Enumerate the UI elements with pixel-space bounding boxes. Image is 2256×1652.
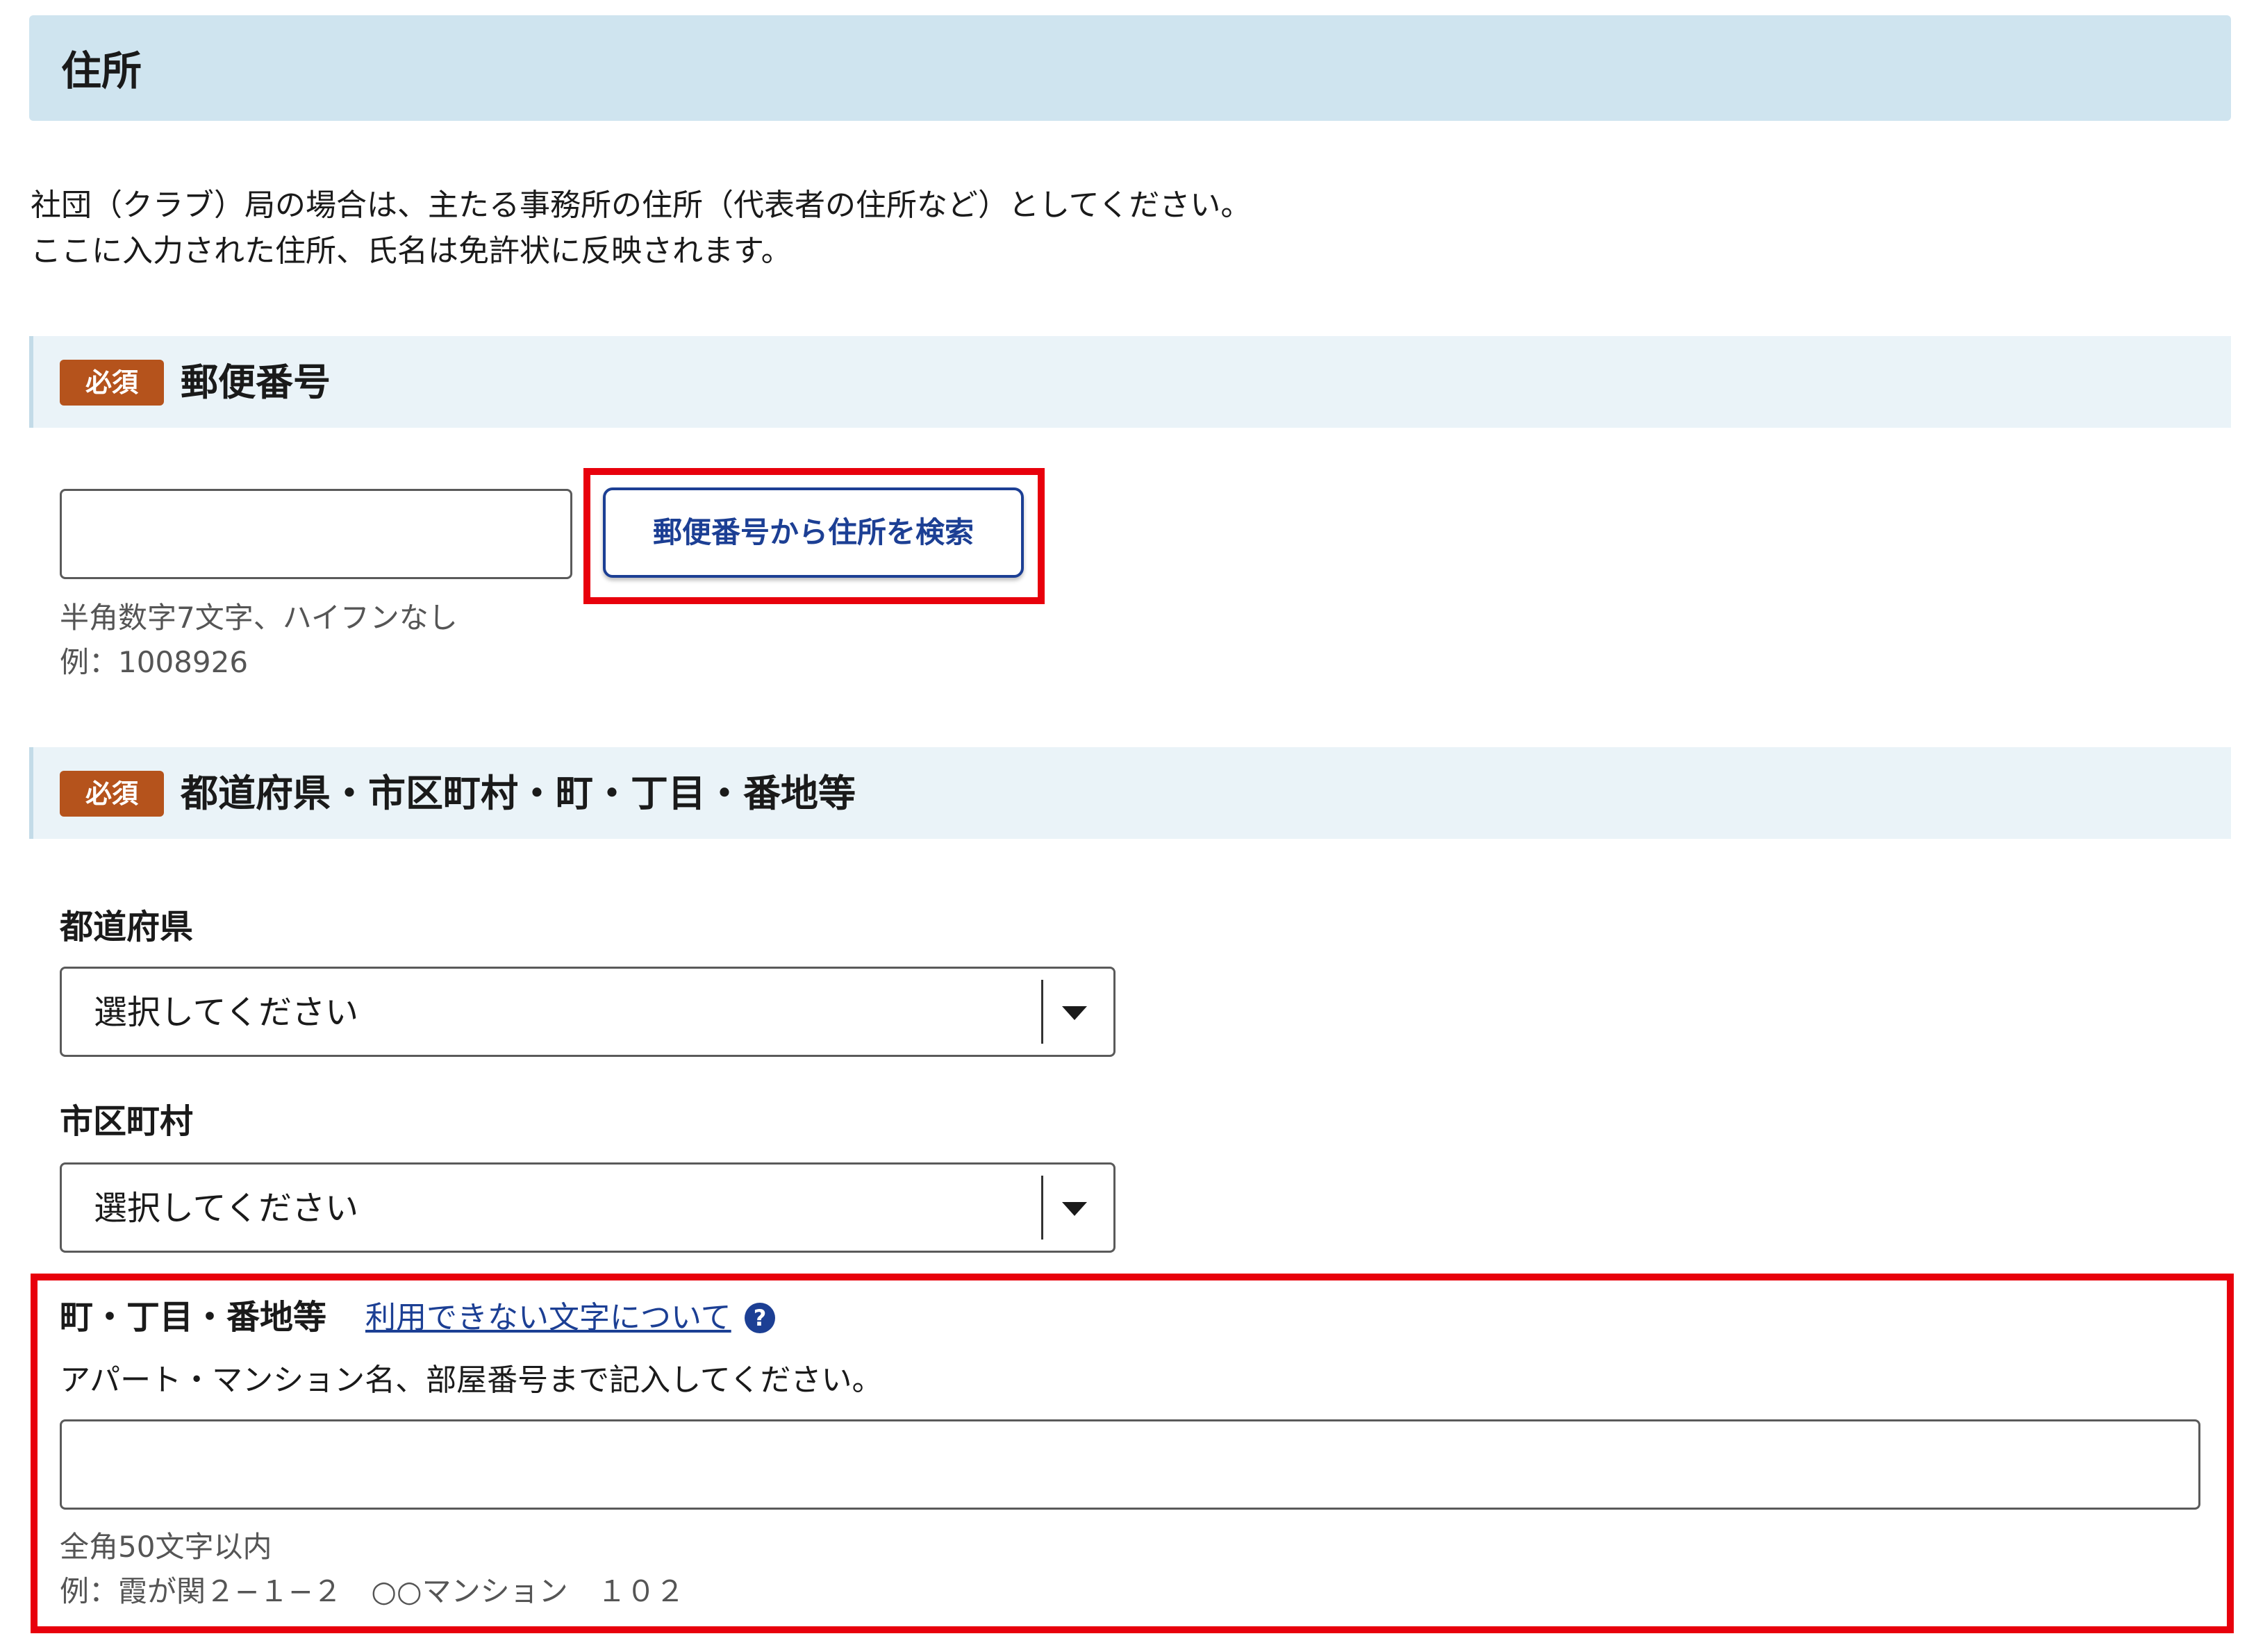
- street-label: 町・丁目・番地等: [60, 1298, 327, 1337]
- unusable-characters-link[interactable]: 利用できない文字について: [365, 1296, 731, 1340]
- street-description: アパート・マンション名、部屋番号まで記入してください。: [60, 1362, 883, 1398]
- required-badge: 必須: [60, 360, 164, 406]
- street-hint-example: 例：霞が関２−１−２ ○○マンション １０２: [60, 1574, 685, 1608]
- street-address-input[interactable]: [60, 1419, 2200, 1510]
- question-circle-icon[interactable]: ?: [745, 1303, 775, 1333]
- postal-hint-format: 半角数字7文字、ハイフンなし: [60, 601, 458, 635]
- intro-text-line2: ここに入力された住所、氏名は免許状に反映されます。: [31, 233, 792, 269]
- city-label: 市区町村: [60, 1102, 194, 1141]
- section-header: [29, 15, 2231, 121]
- address-field-title: 都道府県・市区町村・町・丁目・番地等: [181, 771, 856, 815]
- required-badge: 必須: [60, 771, 164, 817]
- city-select[interactable]: 選択してください: [60, 1162, 1115, 1253]
- postal-code-input[interactable]: [60, 489, 572, 579]
- prefecture-select[interactable]: 選択してください: [60, 967, 1115, 1057]
- prefecture-label: 都道府県: [60, 908, 194, 946]
- postal-search-button[interactable]: 郵便番号から住所を検索: [603, 487, 1024, 578]
- city-selected-value: 選択してください: [94, 1189, 359, 1228]
- postal-field-header: [29, 336, 2231, 428]
- intro-text-line1: 社団（クラブ）局の場合は、主たる事務所の住所（代表者の住所など）としてください。: [31, 187, 1252, 223]
- chevron-down-icon[interactable]: [1062, 1006, 1087, 1020]
- section-title: 住所: [61, 47, 142, 94]
- prefecture-selected-value: 選択してください: [94, 993, 359, 1032]
- postal-field-title: 郵便番号: [181, 360, 331, 404]
- select-divider: [1041, 1176, 1043, 1240]
- chevron-down-icon[interactable]: [1062, 1202, 1087, 1216]
- postal-hint-example: 例：1008926: [60, 645, 249, 679]
- street-hint-limit: 全角50文字以内: [60, 1530, 272, 1564]
- select-divider: [1041, 980, 1043, 1044]
